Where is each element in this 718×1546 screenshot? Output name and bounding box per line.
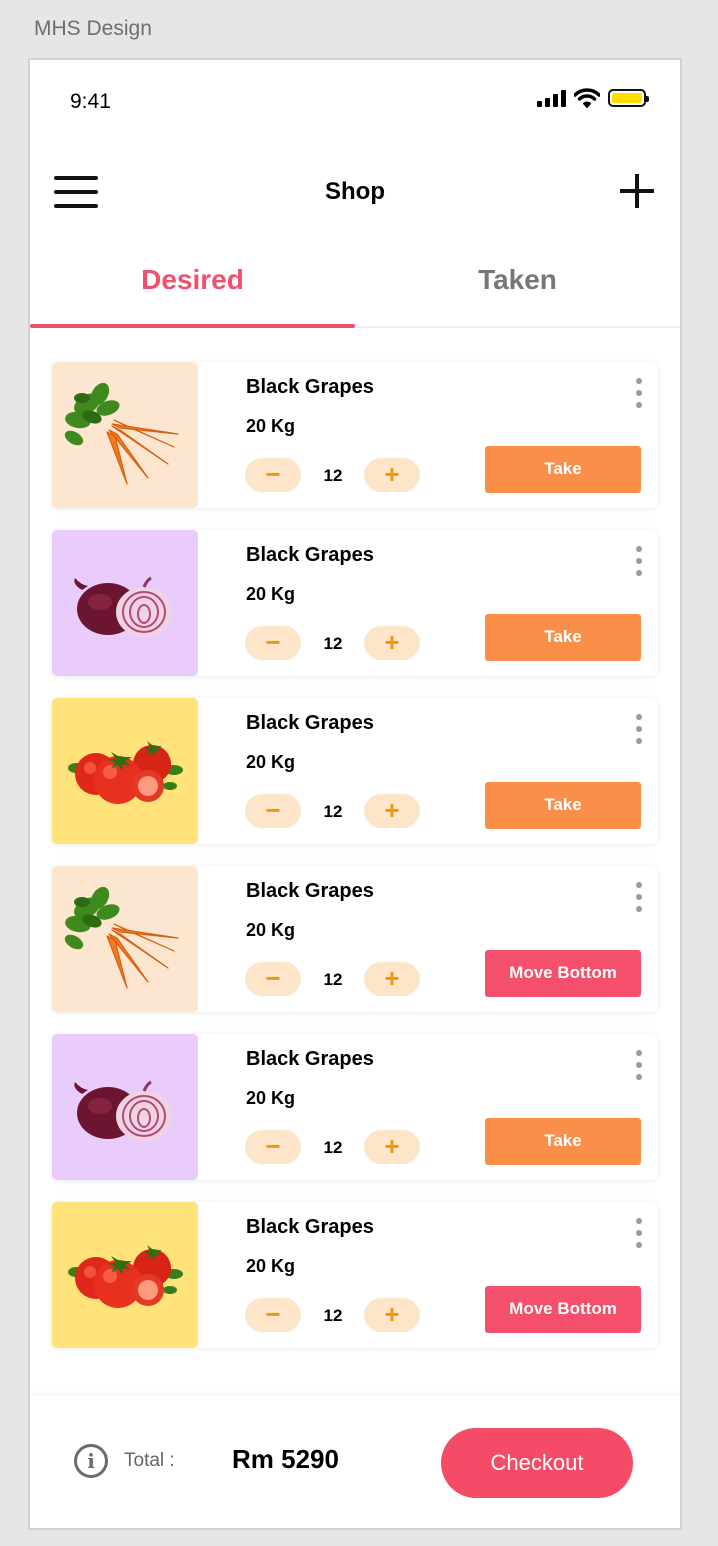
item-weight: 20 Kg: [246, 752, 296, 772]
tomato-image: [52, 698, 198, 844]
move-bottom-button[interactable]: Move Bottom: [485, 950, 641, 997]
quantity-value: 12: [323, 970, 343, 989]
item-name: Black Grapes: [246, 1216, 374, 1238]
list-item: Black Grapes 20 Kg − 12 + Take: [52, 362, 658, 508]
item-name: Black Grapes: [246, 1048, 374, 1070]
decrease-button[interactable]: −: [245, 458, 301, 492]
increase-button[interactable]: +: [364, 458, 420, 492]
add-icon[interactable]: [620, 174, 654, 208]
list-item: Black Grapes 20 Kg − 12 + Move Bottom: [52, 866, 658, 1012]
take-button[interactable]: Take: [485, 1118, 641, 1165]
increase-button[interactable]: +: [364, 1130, 420, 1164]
more-options-icon[interactable]: [634, 546, 644, 576]
battery-icon: [608, 89, 649, 107]
tab-taken[interactable]: Taken: [355, 250, 680, 326]
item-weight: 20 Kg: [246, 584, 296, 604]
more-options-icon[interactable]: [634, 1050, 644, 1080]
tomato-image: [52, 1202, 198, 1348]
canvas-label: MHS Design: [34, 17, 152, 40]
phone-screen: 9:41 Shop Desired Taken Black Grapes 20 …: [28, 58, 682, 1530]
carrot-image: [52, 866, 198, 1012]
quantity-value: 12: [323, 1306, 343, 1325]
increase-button[interactable]: +: [364, 794, 420, 828]
info-icon[interactable]: i: [74, 1444, 108, 1478]
list-item: Black Grapes 20 Kg − 12 + Take: [52, 530, 658, 676]
tab-bar: Desired Taken: [30, 250, 680, 328]
increase-button[interactable]: +: [364, 626, 420, 660]
tab-desired[interactable]: Desired: [30, 250, 355, 328]
take-button[interactable]: Take: [485, 614, 641, 661]
quantity-value: 12: [323, 1138, 343, 1157]
more-options-icon[interactable]: [634, 882, 644, 912]
quantity-value: 12: [323, 466, 343, 485]
take-button[interactable]: Take: [485, 446, 641, 493]
list-item: Black Grapes 20 Kg − 12 + Take: [52, 1034, 658, 1180]
decrease-button[interactable]: −: [245, 626, 301, 660]
decrease-button[interactable]: −: [245, 794, 301, 828]
item-weight: 20 Kg: [246, 416, 296, 436]
list-item: Black Grapes 20 Kg − 12 + Take: [52, 698, 658, 844]
more-options-icon[interactable]: [634, 714, 644, 744]
list-item: Black Grapes 20 Kg − 12 + Move Bottom: [52, 1202, 658, 1348]
item-weight: 20 Kg: [246, 1256, 296, 1276]
decrease-button[interactable]: −: [245, 1130, 301, 1164]
carrot-image: [52, 362, 198, 508]
status-time: 9:41: [70, 90, 111, 113]
item-name: Black Grapes: [246, 376, 374, 398]
item-weight: 20 Kg: [246, 1088, 296, 1108]
wifi-icon: [574, 88, 600, 108]
onion-image: [52, 530, 198, 676]
page-title: Shop: [325, 178, 385, 205]
decrease-button[interactable]: −: [245, 962, 301, 996]
item-list: Black Grapes 20 Kg − 12 + Take Black Gra…: [52, 362, 658, 1370]
item-name: Black Grapes: [246, 544, 374, 566]
quantity-value: 12: [323, 634, 343, 653]
move-bottom-button[interactable]: Move Bottom: [485, 1286, 641, 1333]
item-weight: 20 Kg: [246, 920, 296, 940]
decrease-button[interactable]: −: [245, 1298, 301, 1332]
more-options-icon[interactable]: [634, 1218, 644, 1248]
item-name: Black Grapes: [246, 712, 374, 734]
onion-image: [52, 1034, 198, 1180]
take-button[interactable]: Take: [485, 782, 641, 829]
signal-icon: [537, 89, 566, 107]
increase-button[interactable]: +: [364, 962, 420, 996]
quantity-value: 12: [323, 802, 343, 821]
footer-bar: i Total : Rm 5290 Checkout: [30, 1396, 680, 1528]
more-options-icon[interactable]: [634, 378, 644, 408]
checkout-button[interactable]: Checkout: [441, 1428, 633, 1498]
increase-button[interactable]: +: [364, 1298, 420, 1332]
status-icons: [537, 88, 649, 108]
item-name: Black Grapes: [246, 880, 374, 902]
total-label: Total :: [124, 1450, 175, 1471]
total-value: Rm 5290: [232, 1444, 339, 1474]
